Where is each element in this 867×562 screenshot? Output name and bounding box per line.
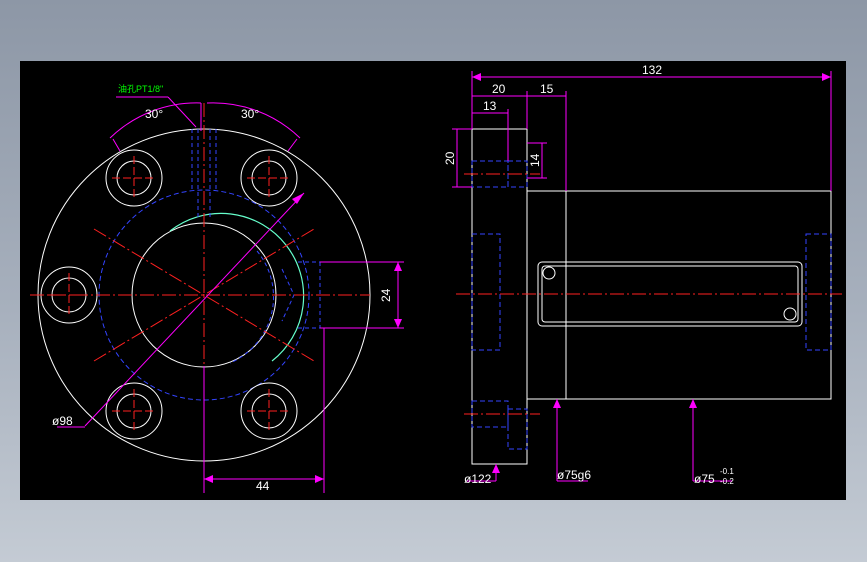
body-dia-label: ø75: [694, 472, 715, 486]
diameter-dim-label: ø98: [52, 414, 73, 428]
ball-left: [542, 266, 556, 280]
arrow-75g6: [553, 399, 561, 408]
overall-length-label: 132: [642, 63, 662, 77]
arrow-dia: [292, 193, 304, 204]
side-centerlines: [456, 173, 842, 415]
width-dim-label: 44: [256, 479, 270, 493]
bolt-hole-top-left: [105, 149, 163, 207]
flange-dia-label: ø122: [464, 472, 492, 486]
side-hidden-lines: [471, 160, 832, 450]
bolt-hole-bottom-right: [240, 382, 298, 440]
cad-viewport[interactable]: 油孔PT1/8" 30° 30° 24 44 ø98 132 20 15 13 …: [20, 61, 846, 500]
nut-body: [526, 190, 832, 400]
bolt-hole-top-right: [240, 149, 298, 207]
front-centerlines: [30, 103, 370, 471]
flange-drawing: 油孔PT1/8" 30° 30° 24 44 ø98 132 20 15 13 …: [30, 63, 842, 493]
tolerance-lower-label: -0.2: [720, 477, 734, 486]
hole-dia-label: 14: [528, 153, 542, 167]
hole-depth-label: 13: [483, 99, 497, 113]
thread-arc-2: [229, 250, 275, 364]
fit-dia-label: ø75g6: [557, 468, 591, 482]
arrow-44-right: [315, 475, 324, 483]
height-dim-label: 24: [379, 288, 393, 302]
front-view: 油孔PT1/8" 30° 30° 24 44 ø98: [30, 83, 404, 493]
tolerance-upper-label: -0.1: [720, 467, 734, 476]
arrow-75: [689, 399, 697, 408]
angle-right-label: 30°: [241, 107, 259, 121]
arrow-44-left: [204, 475, 213, 483]
oil-hole-note: 油孔PT1/8": [118, 83, 163, 94]
angle-left-label: 30°: [145, 107, 163, 121]
bolt-hole-bottom-left: [105, 382, 163, 440]
arrow-132-left: [472, 73, 481, 81]
hole-height-label: 20: [443, 151, 457, 165]
flange-thickness-label: 20: [492, 82, 506, 96]
side-view: 132 20 15 13 20 14 ø122 ø75g6 ø75 -0.1 -…: [443, 63, 842, 486]
ball-right: [783, 307, 797, 321]
arrow-24-top: [394, 262, 402, 271]
arrow-132-right: [822, 73, 831, 81]
side-dimensions: [452, 71, 832, 482]
step-length-label: 15: [540, 82, 554, 96]
arrow-24-bottom: [394, 319, 402, 328]
arrow-122: [492, 464, 500, 473]
